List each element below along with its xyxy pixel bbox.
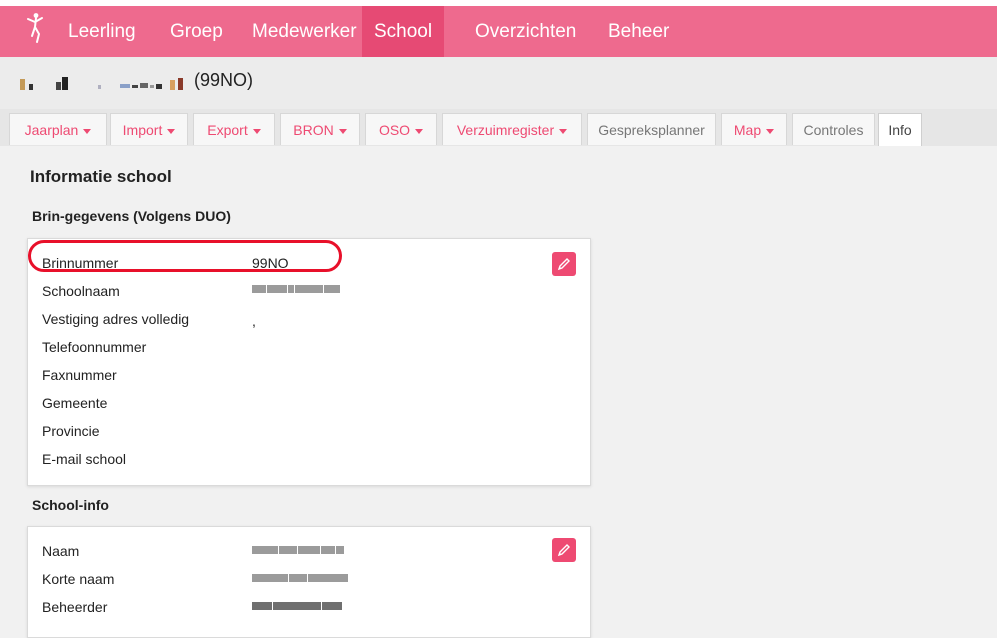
- tab-controles[interactable]: Controles: [792, 113, 875, 145]
- tab-gespreksplanner[interactable]: Gespreksplanner: [587, 113, 716, 145]
- pencil-icon: [557, 258, 570, 271]
- beheerder-label: Beheerder: [42, 599, 108, 615]
- edit-brin-button[interactable]: [552, 252, 576, 276]
- telefoonnummer-label: Telefoonnummer: [42, 339, 147, 355]
- nav-groep[interactable]: Groep: [158, 6, 235, 57]
- schoolinfo-card: Naam Korte naam Beheerder: [27, 526, 591, 638]
- caret-down-icon: [559, 128, 568, 134]
- nav-beheer[interactable]: Beheer: [596, 6, 681, 57]
- vestiging-adres-value: ,: [252, 313, 256, 329]
- naam-redacted: [252, 544, 344, 556]
- caret-down-icon: [252, 128, 261, 134]
- provincie-label: Provincie: [42, 423, 100, 439]
- beheerder-redacted: [252, 600, 342, 612]
- page-title: Informatie school: [30, 167, 172, 186]
- school-code: (99NO): [194, 70, 254, 90]
- tab-verzuimregister[interactable]: Verzuimregister: [442, 113, 582, 145]
- tab-jaarplan[interactable]: Jaarplan: [9, 113, 107, 145]
- brin-card: Brinnummer 99NO Schoolnaam Vestiging adr…: [27, 238, 591, 486]
- naam-label: Naam: [42, 543, 80, 559]
- tab-info[interactable]: Info: [878, 113, 922, 147]
- school-name-redacted: [20, 77, 183, 90]
- tab-bron[interactable]: BRON: [280, 113, 360, 145]
- faxnummer-label: Faxnummer: [42, 367, 117, 383]
- nav-overzichten[interactable]: Overzichten: [463, 6, 588, 57]
- caret-down-icon: [167, 128, 176, 134]
- caret-down-icon: [83, 128, 92, 134]
- tab-export[interactable]: Export: [193, 113, 275, 145]
- brinnummer-highlight-annotation: [28, 240, 342, 272]
- vestiging-adres-label: Vestiging adres volledig: [42, 311, 190, 327]
- dancer-logo-icon[interactable]: [24, 12, 46, 44]
- nav-school[interactable]: School: [362, 6, 445, 57]
- tab-map[interactable]: Map: [721, 113, 787, 145]
- brin-section-heading: Brin-gegevens (Volgens DUO): [32, 208, 231, 224]
- caret-down-icon: [766, 128, 775, 134]
- nav-leerling[interactable]: Leerling: [56, 6, 148, 57]
- caret-down-icon: [415, 128, 424, 134]
- caret-down-icon: [338, 128, 347, 134]
- tab-import[interactable]: Import: [110, 113, 188, 145]
- tab-oso[interactable]: OSO: [365, 113, 437, 145]
- schoolnaam-label: Schoolnaam: [42, 283, 120, 299]
- schoolinfo-section-heading: School-info: [32, 497, 109, 513]
- email-school-label: E-mail school: [42, 451, 127, 467]
- pencil-icon: [557, 544, 570, 557]
- gemeente-label: Gemeente: [42, 395, 108, 411]
- nav-medewerker[interactable]: Medewerker: [240, 6, 369, 57]
- schoolnaam-redacted: [252, 283, 340, 295]
- edit-schoolinfo-button[interactable]: [552, 538, 576, 562]
- korte-naam-redacted: [252, 572, 348, 584]
- korte-naam-label: Korte naam: [42, 571, 115, 587]
